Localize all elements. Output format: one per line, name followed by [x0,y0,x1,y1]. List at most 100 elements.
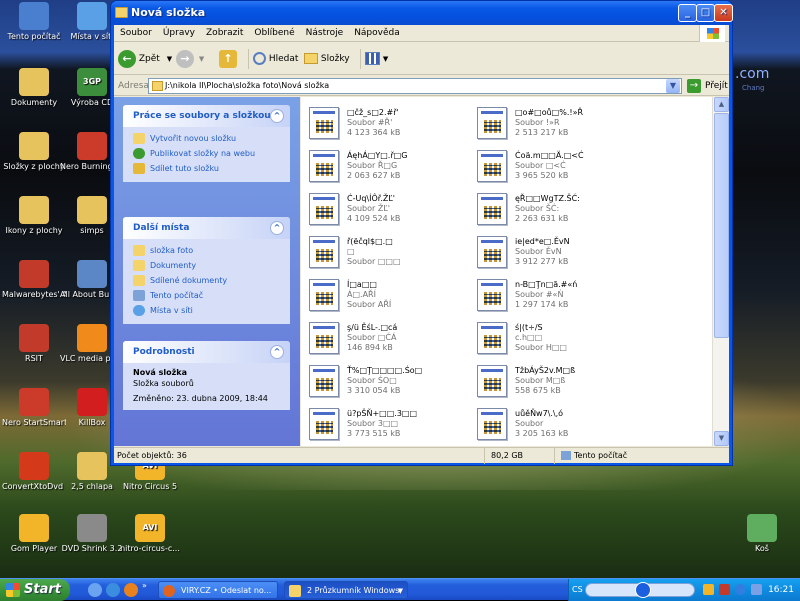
scroll-thumb[interactable] [714,113,729,338]
file-item[interactable]: ęŘ□□WgTZ.ŠĆ: Soubor ŠĆ: 2 263 631 kB [471,187,661,227]
quicklaunch-expand-icon[interactable]: » [142,581,147,590]
address-input[interactable]: J:\nikola II\Plocha\složka foto\Nová slo… [148,78,682,94]
task-link-new-folder[interactable]: Vytvořit novou složku [133,131,290,146]
file-type: Soubor [515,419,544,428]
file-item[interactable]: TžbÁyŠ2v.M□ß Soubor M□ß 558 675 kB [471,359,661,399]
views-button[interactable]: ▼ [360,49,388,69]
menu-item-favorites[interactable]: Oblíbené [249,25,299,42]
collapse-chevron-icon[interactable]: ^ [270,109,284,123]
place-link-photo-folder[interactable]: složka foto [133,243,290,258]
go-button[interactable]: → Přejít [687,78,728,94]
forward-dropdown-icon[interactable]: ▼ [199,55,204,63]
place-link-documents[interactable]: Dokumenty [133,258,290,273]
minimize-button[interactable]: _ [678,4,697,22]
back-button[interactable]: ← Zpět ▼ [118,49,172,69]
file-item[interactable]: Ćoä.m□□Ä.□<Ć Soubor □<Ć 3 965 520 kB [471,144,661,184]
desktop-icon[interactable]: Složky z plochy [2,132,66,172]
search-button[interactable]: Hledat [248,49,298,69]
start-button[interactable]: Start [0,579,70,601]
clock[interactable]: 16:21 [768,579,794,601]
language-indicator[interactable]: CS [568,579,583,601]
back-dropdown-icon[interactable]: ▼ [167,55,172,63]
desktop-icon[interactable]: DVD Shrink 3.2 [60,514,124,554]
place-link-my-computer[interactable]: Tento počítač [133,288,290,303]
scroll-down-button[interactable]: ▼ [714,431,729,446]
folders-button[interactable]: Složky [304,49,350,69]
file-item[interactable]: ş/ü ĚśL-.□cá Soubor □ĆÁ 146 894 kB [303,316,493,356]
file-item[interactable]: Ť%□Ţ□□□□.Śo□ Soubor ŚO□ 3 310 054 kB [303,359,493,399]
desktop-icon[interactable]: Malwarebytes' Anti-Malware [2,260,66,300]
desktop-icon[interactable]: AVI nitro-circus-c... [118,514,182,554]
place-link-network[interactable]: Místa v síti [133,303,290,318]
desktop-icon[interactable]: Nero StartSmart [2,388,66,428]
menu-item-edit[interactable]: Úpravy [158,25,200,42]
file-item[interactable]: ü?pŠŇ+□□.3□□ Soubor 3□□ 3 773 515 kB [303,402,493,442]
quicklaunch-ie-icon[interactable] [106,583,120,597]
file-type: Soubor Ř□G [347,161,398,170]
file-item[interactable]: uůěŇw7\.\,ó Soubor 3 205 163 kB [471,402,661,442]
taskbar-button-browser[interactable]: VIRY.CZ • Odeslat no... [158,581,278,599]
up-folder-button[interactable]: ↑ [219,49,237,69]
tray-antivirus-icon[interactable] [719,584,730,595]
file-size: 3 912 277 kB [515,257,569,266]
place-link-shared-documents[interactable]: Sdílené dokumenty [133,273,290,288]
collapse-chevron-icon[interactable]: ^ [270,345,284,359]
desktop-icon[interactable]: RSIT [2,324,66,364]
file-item[interactable]: ÁęhÁ□Y□.ř□G Soubor Ř□G 2 063 627 kB [303,144,493,184]
explorer-window[interactable]: Nová složka _ □ ✕ Soubor Úpravy Zobrazit Ob… [110,0,733,466]
file-name: Í□a□□ [347,280,377,289]
views-dropdown-icon[interactable]: ▼ [383,55,388,63]
app-icon [19,388,49,416]
task-link-publish-web[interactable]: Publikovat složky na webu [133,146,290,161]
tray-network-icon[interactable] [703,584,714,595]
app-icon [19,68,49,96]
file-item[interactable]: ie|ed*e□.ĚvN Soubor ĚvN 3 912 277 kB [471,230,661,270]
forward-button[interactable]: → ▼ [176,49,204,69]
file-name-continued: c.h□□ [515,333,543,342]
menu-item-help[interactable]: Nápověda [349,25,405,42]
file-type: Soubor ŚO□ [347,376,397,385]
menu-item-file[interactable]: Soubor [115,25,157,42]
menu-item-tools[interactable]: Nástroje [301,25,349,42]
menu-item-view[interactable]: Zobrazit [201,25,248,42]
file-type: Soubor □□□ [347,257,401,266]
quicklaunch-browser-icon[interactable] [88,583,102,597]
vertical-scrollbar[interactable]: ▲ ▼ [712,97,729,446]
desktop-icon-label: Složky z plochy [3,162,65,171]
app-icon [77,2,107,30]
desktop-icon[interactable]: Dokumenty [2,68,66,108]
file-item[interactable]: n-B□Ţn□ă.#«ń Soubor #«Ń 1 297 174 kB [471,273,661,313]
file-item[interactable]: ř(ëčql$□.□ □ Soubor □□□ [303,230,493,270]
file-tasks-header[interactable]: Práce se soubory a složkou ^ [123,105,290,127]
desktop-icon[interactable]: Tento počítač [2,2,66,42]
close-button[interactable]: ✕ [714,4,733,22]
desktop-icon[interactable]: Ikony z plochy [2,196,66,236]
play-icon[interactable] [635,582,651,598]
tray-security-icon[interactable] [735,584,746,595]
app-icon [77,132,107,160]
taskbar-button-explorer[interactable]: 2 Průzkumník Windows ▼ [284,581,408,599]
file-item[interactable]: Í□a□□ Á□.AŘÍ Soubor AŘÍ [303,273,493,313]
desktop-icon-label: RSIT [25,354,43,363]
file-item[interactable]: Ć-Uq\ÍÔř.ŽĽ' Soubor ŽĽ' 4 109 524 kB [303,187,493,227]
file-item[interactable]: □čž_s□2.#ř' Soubor #Ř' 4 123 364 kB [303,101,493,141]
desktop-icon[interactable]: ConvertXtoDvd 3 [2,452,66,492]
file-type: Soubor ŽĽ' [347,204,390,213]
task-link-share-folder[interactable]: Sdílet tuto složku [133,161,290,176]
details-header[interactable]: Podrobnosti ^ [123,341,290,363]
scroll-up-button[interactable]: ▲ [714,97,729,112]
desktop-icon[interactable]: Gom Player [2,514,66,554]
place-link-label: Sdílené dokumenty [150,276,228,285]
file-tasks-panel: Práce se soubory a složkou ^ Vytvořit no… [123,105,290,182]
window-titlebar[interactable]: Nová složka _ □ ✕ [111,1,733,25]
tray-shield-icon[interactable] [751,584,762,595]
maximize-button[interactable]: □ [696,4,715,22]
other-places-header[interactable]: Další místa ^ [123,217,290,239]
file-item[interactable]: □o#□oů□%.!»Ř Soubor !»R 2 513 217 kB [471,101,661,141]
desktop-icon[interactable]: Koš [730,514,794,554]
quicklaunch-firefox-icon[interactable] [124,583,138,597]
collapse-chevron-icon[interactable]: ^ [270,221,284,235]
address-dropdown-icon[interactable]: ▼ [666,79,680,93]
file-name: Ť%□Ţ□□□□.Śo□ [347,366,423,375]
file-item[interactable]: ś|(t÷/S c.h□□ Soubor H□□ [471,316,661,356]
